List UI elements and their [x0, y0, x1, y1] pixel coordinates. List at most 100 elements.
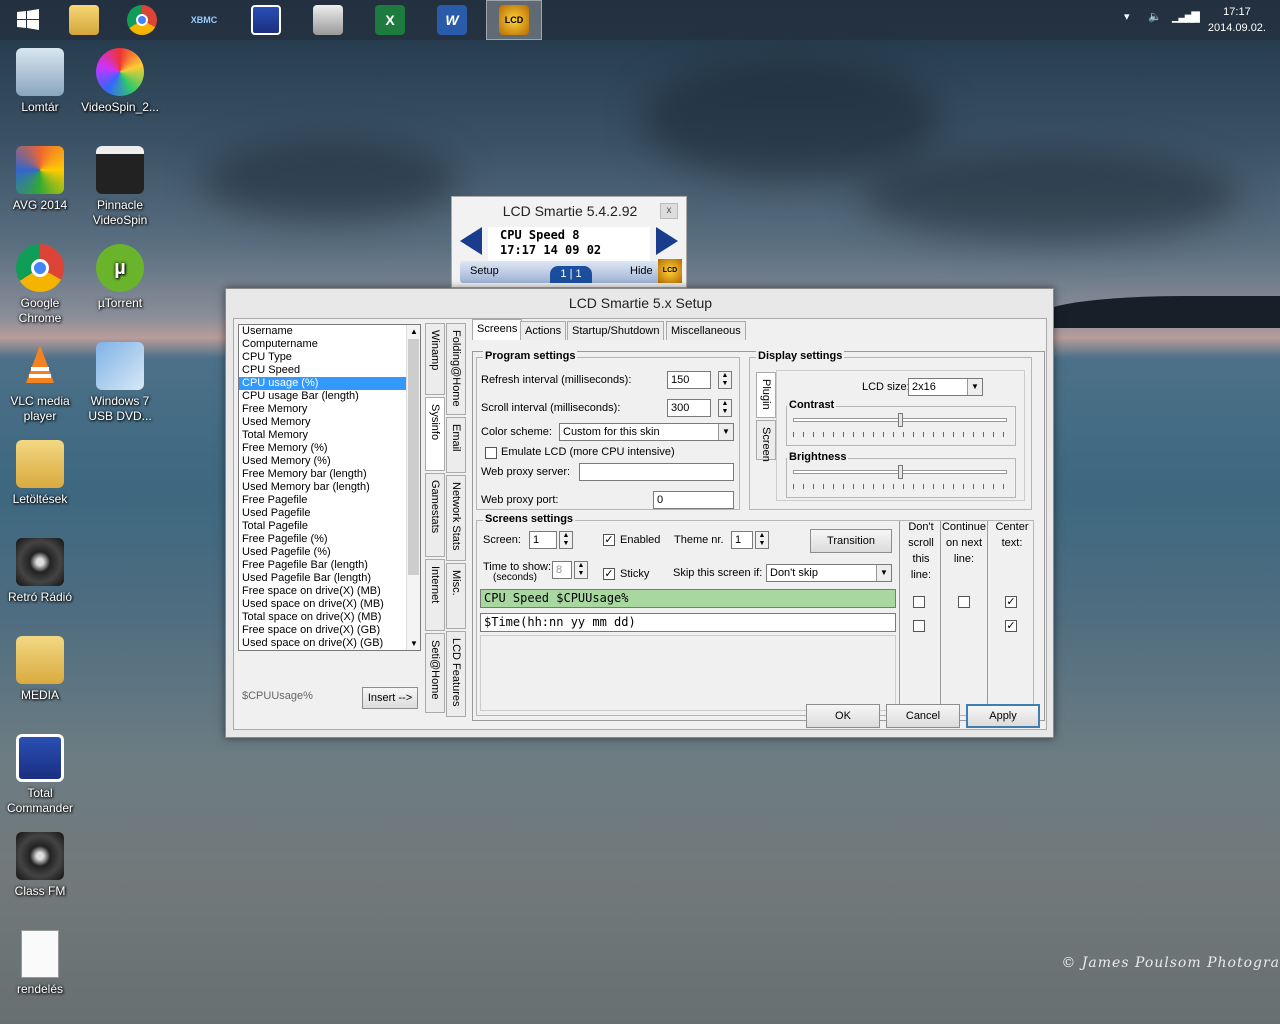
scroll-up-arrow-icon[interactable]: ▲ [407, 325, 420, 338]
scroll-down-arrow-icon[interactable]: ▼ [407, 637, 420, 650]
list-item[interactable]: Used Memory bar (length) [239, 481, 420, 494]
skip-screen-select[interactable]: Don't skip ▼ [766, 564, 892, 582]
taskbar-excel[interactable]: X [362, 0, 418, 40]
taskbar-xbmc[interactable]: XBMC [176, 0, 232, 40]
color-scheme-select[interactable]: Custom for this skin ▼ [559, 423, 734, 441]
contrast-slider[interactable] [898, 413, 903, 427]
desktop-icon-chrome[interactable]: Google Chrome [0, 244, 80, 326]
taskbar-lcd-smartie[interactable]: LCD [486, 0, 542, 40]
refresh-interval-spinner[interactable]: ▲ ▼ [718, 371, 732, 389]
previous-screen-arrow-icon[interactable] [460, 227, 482, 255]
desktop-icon-avg[interactable]: AVG 2014 [0, 146, 80, 213]
tab-winamp[interactable]: Winamp [425, 323, 445, 395]
desktop-icon-recycle-bin[interactable]: Lomtár [0, 48, 80, 115]
desktop-icon-utorrent[interactable]: µ µTorrent [80, 244, 160, 311]
mini-setup-button[interactable]: Setup [470, 265, 499, 277]
desktop-icon-media[interactable]: MEDIA [0, 636, 80, 703]
desktop-icon-class-fm[interactable]: Class FM [0, 832, 80, 899]
taskbar-word[interactable]: W [424, 0, 480, 40]
list-item[interactable]: CPU usage Bar (length) [239, 390, 420, 403]
tab-seti-at-home[interactable]: Seti@Home [425, 633, 445, 713]
volume-icon[interactable]: 🔈 [1148, 10, 1162, 23]
list-item[interactable]: CPU usage (%) [239, 377, 420, 390]
tab-screen[interactable]: Screen [756, 420, 776, 462]
proxy-port-input[interactable]: 0 [653, 491, 734, 509]
tab-plugin[interactable]: Plugin [756, 372, 776, 418]
proxy-server-input[interactable] [579, 463, 734, 481]
list-item[interactable]: Free space on drive(X) (GB) [239, 624, 420, 637]
screen-line-2-input[interactable]: $Time(hh:nn yy mm dd) [480, 613, 896, 632]
mini-close-button[interactable]: x [660, 203, 678, 219]
list-item[interactable]: Used space on drive(X) (MB) [239, 598, 420, 611]
desktop-icon-win7-usb[interactable]: Windows 7 USB DVD... [80, 342, 160, 424]
continue-line-1-checkbox[interactable] [958, 596, 970, 608]
tab-startup-shutdown[interactable]: Startup/Shutdown [567, 321, 665, 340]
list-item[interactable]: Free Pagefile (%) [239, 533, 420, 546]
mini-hide-button[interactable]: Hide [630, 265, 653, 277]
next-screen-arrow-icon[interactable] [656, 227, 678, 255]
list-item[interactable]: CPU Type [239, 351, 420, 364]
desktop-icon-pinnacle[interactable]: Pinnacle VideoSpin [80, 146, 160, 228]
list-item[interactable]: Free Memory (%) [239, 442, 420, 455]
desktop-icon-vlc[interactable]: VLC media player [0, 342, 80, 424]
network-signal-icon[interactable]: ▁▃▅▇ [1172, 10, 1200, 23]
list-item[interactable]: Used Memory [239, 416, 420, 429]
chevron-down-icon[interactable]: ▼ [718, 424, 733, 440]
ok-button[interactable]: OK [806, 704, 880, 728]
list-item[interactable]: Free Pagefile [239, 494, 420, 507]
scroll-interval-spinner[interactable]: ▲ ▼ [718, 399, 732, 417]
enabled-checkbox[interactable]: ✓ [603, 534, 615, 546]
list-item[interactable]: Free Pagefile Bar (length) [239, 559, 420, 572]
tab-internet[interactable]: Internet [425, 559, 445, 631]
desktop-icon-total-commander[interactable]: Total Commander [0, 734, 80, 816]
chevron-down-icon[interactable]: ▼ [967, 379, 982, 395]
tab-gamestats[interactable]: Gamestats [425, 473, 445, 557]
desktop-icon-videospin[interactable]: VideoSpin_2... [80, 48, 160, 115]
screen-number-input[interactable]: 1 [529, 531, 557, 549]
taskbar-printer[interactable] [300, 0, 356, 40]
transition-button[interactable]: Transition [810, 529, 892, 553]
center-line-2-checkbox[interactable]: ✓ [1005, 620, 1017, 632]
screen-line-1-input[interactable]: CPU Speed $CPUUsage% [480, 589, 896, 608]
list-item[interactable]: Computername [239, 338, 420, 351]
time-to-show-input[interactable]: 8 [552, 561, 572, 579]
taskbar-clock[interactable]: 17:17 2014.09.02. [1208, 4, 1266, 36]
center-line-1-checkbox[interactable]: ✓ [1005, 596, 1017, 608]
list-item[interactable]: Used Memory (%) [239, 455, 420, 468]
theme-number-input[interactable]: 1 [731, 531, 753, 549]
start-button[interactable] [0, 0, 56, 40]
desktop-icon-retro-radio[interactable]: Retró Rádió [0, 538, 80, 605]
scroll-interval-input[interactable]: 300 [667, 399, 711, 417]
brightness-slider[interactable] [898, 465, 903, 479]
theme-number-spinner[interactable]: ▲ ▼ [755, 531, 769, 549]
screen-number-spinner[interactable]: ▲ ▼ [559, 531, 573, 549]
taskbar-explorer[interactable] [56, 0, 112, 40]
list-item[interactable]: Used Pagefile (%) [239, 546, 420, 559]
dont-scroll-line-2-checkbox[interactable] [913, 620, 925, 632]
taskbar-chrome[interactable] [114, 0, 170, 40]
tab-email[interactable]: Email [446, 417, 466, 473]
lcd-size-select[interactable]: 2x16 ▼ [908, 378, 983, 396]
desktop-icon-downloads[interactable]: Letöltések [0, 440, 80, 507]
list-item[interactable]: Free Memory bar (length) [239, 468, 420, 481]
tab-sysinfo[interactable]: Sysinfo [425, 397, 445, 471]
chevron-down-icon[interactable]: ▼ [876, 565, 891, 581]
cancel-button[interactable]: Cancel [886, 704, 960, 728]
variables-listbox[interactable]: Username Computername CPU Type CPU Speed CPU… [238, 324, 421, 651]
listbox-scrollbar[interactable]: ▲ ▼ [406, 325, 420, 650]
desktop-icon-rendeles[interactable]: rendelés [0, 930, 80, 997]
refresh-interval-input[interactable]: 150 [667, 371, 711, 389]
tab-miscellaneous[interactable]: Miscellaneous [666, 321, 746, 340]
list-item[interactable]: Free space on drive(X) (MB) [239, 585, 420, 598]
tab-network-stats[interactable]: Network Stats [446, 475, 466, 561]
list-item[interactable]: Used space on drive(X) (GB) [239, 637, 420, 650]
list-item[interactable]: Total Pagefile [239, 520, 420, 533]
list-item[interactable]: Free Memory [239, 403, 420, 416]
sticky-checkbox[interactable]: ✓ [603, 568, 615, 580]
list-item[interactable]: Total Memory [239, 429, 420, 442]
tab-folding-at-home[interactable]: Folding@Home [446, 323, 466, 415]
time-to-show-spinner[interactable]: ▲ ▼ [574, 561, 588, 579]
tab-actions[interactable]: Actions [520, 321, 567, 340]
tab-screens[interactable]: Screens [472, 319, 523, 340]
list-item[interactable]: Used Pagefile Bar (length) [239, 572, 420, 585]
